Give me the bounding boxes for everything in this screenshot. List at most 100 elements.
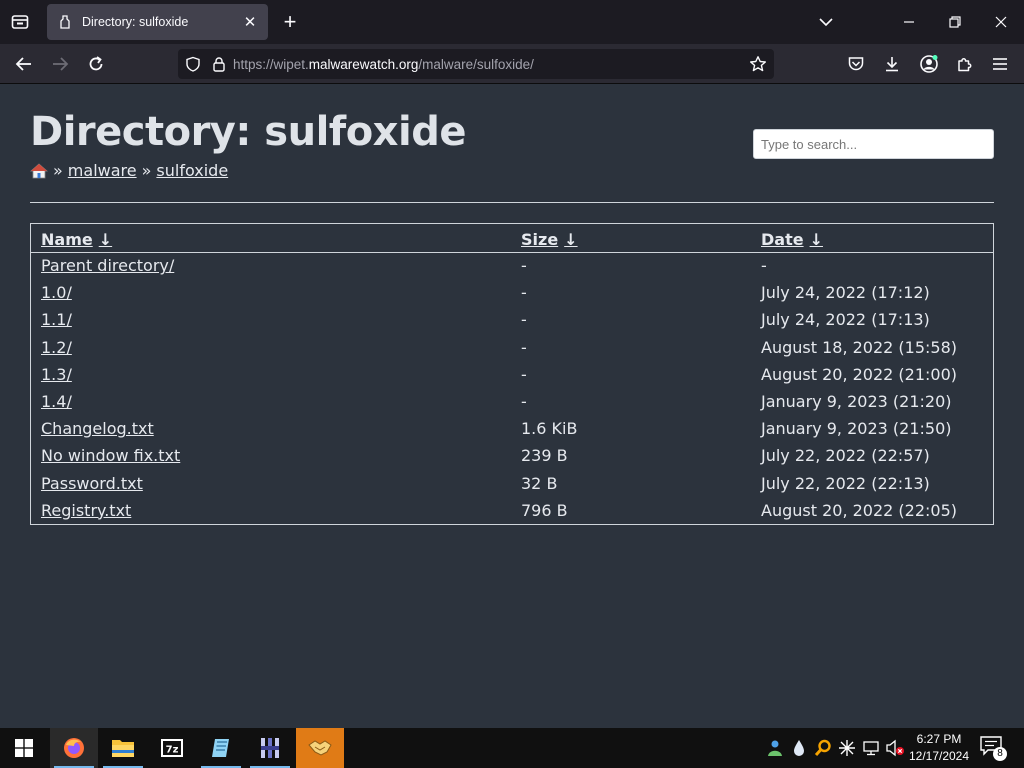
account-button[interactable] bbox=[918, 53, 940, 75]
back-button[interactable] bbox=[13, 53, 35, 75]
firefox-icon bbox=[64, 738, 84, 758]
breadcrumb: » malware » sulfoxide bbox=[30, 161, 228, 180]
tab-title: Directory: sulfoxide bbox=[82, 15, 189, 29]
table-row: 1.4/ - January 9, 2023 (21:20) bbox=[31, 388, 993, 415]
pocket-icon bbox=[848, 57, 864, 71]
file-link[interactable]: 1.2/ bbox=[41, 338, 72, 357]
table-row: 1.1/ - July 24, 2022 (17:13) bbox=[31, 306, 993, 333]
url-text[interactable]: https://wipet.malwarewatch.org/malware/s… bbox=[233, 57, 534, 72]
breadcrumb-link-sulfoxide[interactable]: sulfoxide bbox=[156, 161, 228, 180]
sort-by-name-link[interactable]: Name bbox=[41, 230, 93, 249]
file-link[interactable]: 1.1/ bbox=[41, 310, 72, 329]
sort-by-size-link[interactable]: Size bbox=[521, 230, 558, 249]
close-window-button[interactable] bbox=[990, 11, 1012, 33]
taskbar-7zip[interactable]: 7z bbox=[148, 728, 196, 768]
file-link[interactable]: 1.3/ bbox=[41, 365, 72, 384]
file-link[interactable]: Registry.txt bbox=[41, 501, 131, 520]
pocket-button[interactable] bbox=[845, 53, 867, 75]
file-link[interactable]: Changelog.txt bbox=[41, 419, 154, 438]
forward-button[interactable] bbox=[49, 53, 71, 75]
tray-network-user-icon[interactable] bbox=[765, 738, 785, 758]
tray-network-icon[interactable] bbox=[861, 738, 881, 758]
taskbar-app[interactable] bbox=[246, 728, 294, 768]
tray-volume-muted-icon[interactable] bbox=[885, 738, 905, 758]
restore-button[interactable] bbox=[944, 11, 966, 33]
header-divider bbox=[30, 202, 994, 203]
file-date: August 18, 2022 (15:58) bbox=[761, 337, 958, 357]
taskbar-handshake-app[interactable] bbox=[296, 728, 344, 768]
table-row: Password.txt 32 B July 22, 2022 (22:13) bbox=[31, 470, 993, 497]
taskbar-notepad[interactable] bbox=[197, 728, 245, 768]
file-link[interactable]: 1.0/ bbox=[41, 283, 72, 302]
file-size: - bbox=[521, 392, 527, 412]
page-content: Directory: sulfoxide » malware » sulfoxi… bbox=[0, 85, 1024, 728]
column-header-date: Date ↓ bbox=[751, 224, 993, 253]
column-header-name: Name ↓ bbox=[31, 224, 511, 253]
home-icon bbox=[30, 162, 48, 178]
lock-icon[interactable] bbox=[209, 54, 229, 74]
minimize-icon bbox=[904, 21, 914, 23]
tracking-protection-shield-icon[interactable] bbox=[183, 54, 203, 74]
menu-button[interactable] bbox=[989, 53, 1011, 75]
chevron-down-icon bbox=[819, 18, 833, 27]
table-header-row: Name ↓ Size ↓ Date ↓ bbox=[31, 224, 993, 253]
downloads-button[interactable] bbox=[881, 53, 903, 75]
taskbar-firefox[interactable] bbox=[50, 728, 98, 768]
breadcrumb-home-link[interactable] bbox=[30, 162, 48, 180]
taskbar-file-explorer[interactable] bbox=[99, 728, 147, 768]
file-link[interactable]: Parent directory/ bbox=[41, 256, 174, 275]
extensions-button[interactable] bbox=[954, 53, 976, 75]
file-date: July 22, 2022 (22:13) bbox=[761, 473, 930, 493]
taskbar-clock[interactable]: 6:27 PM 12/17/2024 bbox=[905, 731, 973, 765]
sort-arrow-icon[interactable]: ↓ bbox=[564, 230, 577, 249]
firefox-view-button[interactable] bbox=[8, 11, 32, 33]
tray-droplet-icon[interactable] bbox=[789, 738, 809, 758]
search-input[interactable] bbox=[753, 129, 994, 159]
start-button[interactable] bbox=[0, 728, 48, 768]
handshake-icon bbox=[308, 740, 332, 756]
tab-bar: Directory: sulfoxide ✕ + bbox=[0, 0, 1024, 44]
new-tab-button[interactable]: + bbox=[280, 11, 300, 33]
table-row: 1.0/ - July 24, 2022 (17:12) bbox=[31, 279, 993, 306]
file-date: January 9, 2023 (21:20) bbox=[761, 392, 952, 412]
tray-asterisk-icon[interactable] bbox=[837, 738, 857, 758]
notification-count-badge: 8 bbox=[993, 747, 1007, 761]
action-center-button[interactable]: 8 bbox=[980, 736, 1007, 761]
table-row: 1.2/ - August 18, 2022 (15:58) bbox=[31, 334, 993, 361]
file-size: - bbox=[521, 283, 527, 303]
close-icon bbox=[995, 16, 1007, 28]
forward-arrow-icon bbox=[53, 57, 69, 71]
download-icon bbox=[886, 57, 898, 72]
clock-date: 12/17/2024 bbox=[908, 749, 970, 763]
file-size: - bbox=[521, 256, 527, 276]
breadcrumb-separator: » bbox=[141, 161, 152, 180]
tab-active[interactable]: Directory: sulfoxide ✕ bbox=[47, 4, 268, 40]
file-date: August 20, 2022 (22:05) bbox=[761, 500, 958, 520]
firefox-view-icon bbox=[11, 15, 29, 29]
sort-arrow-icon[interactable]: ↓ bbox=[810, 230, 823, 249]
reload-button[interactable] bbox=[85, 53, 107, 75]
table-row: Parent directory/ - - bbox=[31, 252, 993, 279]
address-bar[interactable]: https://wipet.malwarewatch.org/malware/s… bbox=[178, 49, 774, 79]
file-link[interactable]: Password.txt bbox=[41, 474, 143, 493]
file-table: Name ↓ Size ↓ Date ↓ Parent directory/ - - 1.… bbox=[31, 224, 993, 524]
page-title: Directory: sulfoxide bbox=[30, 109, 466, 155]
file-date: January 9, 2023 (21:50) bbox=[761, 419, 952, 439]
page-favicon-icon bbox=[60, 15, 70, 29]
file-size: - bbox=[521, 337, 527, 357]
account-icon bbox=[920, 55, 938, 73]
column-header-size: Size ↓ bbox=[511, 224, 751, 253]
file-link[interactable]: No window fix.txt bbox=[41, 446, 180, 465]
list-all-tabs-button[interactable] bbox=[815, 11, 837, 33]
sort-by-date-link[interactable]: Date bbox=[761, 230, 804, 249]
puzzle-piece-icon bbox=[958, 58, 972, 72]
breadcrumb-link-malware[interactable]: malware bbox=[68, 161, 137, 180]
file-link[interactable]: 1.4/ bbox=[41, 392, 72, 411]
tray-search-icon[interactable] bbox=[813, 738, 833, 758]
tab-close-icon[interactable]: ✕ bbox=[242, 14, 258, 30]
bookmark-star-icon[interactable] bbox=[748, 54, 768, 74]
sort-arrow-icon[interactable]: ↓ bbox=[99, 230, 112, 249]
file-date: July 24, 2022 (17:13) bbox=[761, 310, 930, 330]
minimize-button[interactable] bbox=[898, 11, 920, 33]
7zip-icon: 7z bbox=[161, 739, 183, 757]
